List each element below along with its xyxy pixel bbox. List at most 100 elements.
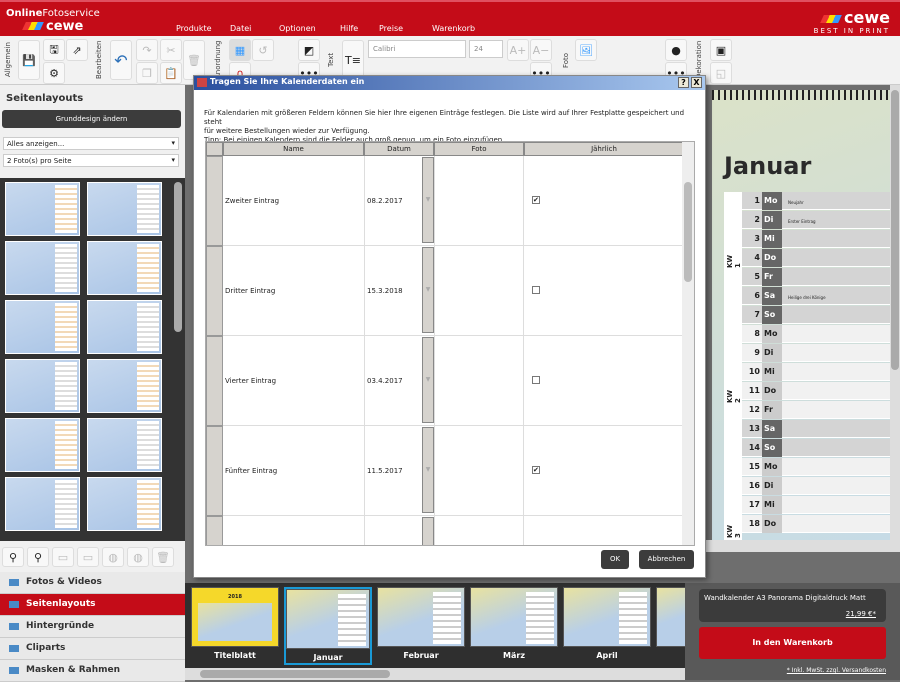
settings-gear-icon[interactable]: ⚙	[43, 62, 65, 84]
change-design-button[interactable]: Grunddesign ändern	[2, 110, 181, 128]
date-value[interactable]: 03.4.2017	[367, 377, 403, 385]
yearly-checkbox[interactable]	[532, 286, 540, 294]
layout-thumbnail[interactable]	[5, 477, 80, 531]
table-row[interactable]: Zweiter Eintrag 08.2.2017 ▼ ✔	[206, 156, 684, 246]
save-icon[interactable]: 💾	[18, 40, 40, 80]
nav-item[interactable]: Seitenlayouts	[0, 594, 185, 616]
font-select[interactable]: Calibri	[368, 40, 466, 58]
table-scrollbar[interactable]	[682, 142, 694, 545]
ok-button[interactable]: OK	[601, 550, 629, 569]
photo-cell[interactable]	[434, 156, 524, 246]
save-as-icon[interactable]: 🖫	[43, 39, 65, 61]
table-row[interactable]: ▼	[206, 516, 684, 545]
layout-thumbnail[interactable]	[87, 359, 162, 413]
layout-thumbnail[interactable]	[5, 359, 80, 413]
vertical-scrollbar[interactable]	[890, 85, 900, 545]
menu-produkte[interactable]: Produkte	[176, 24, 212, 33]
layout-thumbnail[interactable]	[5, 182, 80, 236]
photo-cell[interactable]	[434, 426, 524, 516]
grid-icon[interactable]: ▦	[229, 39, 251, 61]
yearly-checkbox[interactable]	[532, 376, 540, 384]
font-size-select[interactable]: 24	[469, 40, 503, 58]
shipping-link[interactable]: * Inkl. MwSt. zzgl. Versandkosten	[787, 667, 886, 674]
filter-select[interactable]: Alles anzeigen...	[3, 137, 179, 150]
font-shrink-icon[interactable]: A−	[530, 39, 552, 61]
trash-icon[interactable]: 🗑	[152, 547, 174, 567]
date-value[interactable]: 15.3.2018	[367, 287, 403, 295]
font-grow-icon[interactable]: A+	[507, 39, 529, 61]
menu-preise[interactable]: Preise	[379, 24, 403, 33]
delete-icon[interactable]: 🗑	[183, 40, 205, 80]
row-header[interactable]	[206, 336, 223, 426]
filmstrip-page[interactable]: Februar	[377, 587, 465, 665]
add-to-cart-button[interactable]: In den Warenkorb	[699, 627, 886, 659]
nav-item[interactable]: Cliparts	[0, 638, 185, 660]
add-text-icon[interactable]: T≡	[342, 40, 364, 80]
filmstrip-scrollbar[interactable]	[185, 668, 685, 680]
date-dropdown-button[interactable]: ▼	[422, 517, 434, 545]
column-header-datum[interactable]: Datum	[364, 142, 434, 156]
filmstrip-page[interactable]: 2018 Titelblatt	[191, 587, 279, 665]
filmstrip-page[interactable]: Januar	[284, 587, 372, 665]
paste-icon[interactable]: 📋	[160, 62, 182, 84]
zoom-small-icon[interactable]: ⚲	[2, 547, 24, 567]
nav-item[interactable]: Masken & Rahmen	[0, 660, 185, 682]
date-dropdown-button[interactable]: ▼	[422, 427, 434, 513]
calendar-page-preview[interactable]: Januar KW 1 KW 2 KW 3 1 Mo Neujahr 2 Di Erste…	[712, 90, 890, 540]
nav-item[interactable]: Fotos & Videos	[0, 572, 185, 594]
filmstrip-page[interactable]: April	[563, 587, 651, 665]
shadow-icon[interactable]: ◱	[710, 62, 732, 84]
thumbs-scrollbar[interactable]	[174, 182, 182, 332]
layout-thumbnail[interactable]	[87, 241, 162, 295]
layout-thumbnail[interactable]	[87, 300, 162, 354]
copy-icon[interactable]: ❐	[136, 62, 158, 84]
photo-cell[interactable]	[434, 246, 524, 336]
column-header-foto[interactable]: Foto	[434, 142, 524, 156]
column-header-name[interactable]: Name	[223, 142, 364, 156]
tool-icon-3[interactable]: ◍	[102, 547, 124, 567]
date-cell[interactable]: 03.4.2017 ▼	[364, 336, 434, 426]
date-cell[interactable]: 08.2.2017 ▼	[364, 156, 434, 246]
name-cell[interactable]: Vierter Eintrag	[225, 377, 276, 385]
column-header-jaehrlich[interactable]: Jährlich	[524, 142, 684, 156]
zoom-large-icon[interactable]: ⚲	[27, 547, 49, 567]
photos-per-page-select[interactable]: 2 Foto(s) pro Seite	[3, 154, 179, 167]
photo-cell[interactable]	[434, 336, 524, 426]
date-cell[interactable]: 11.5.2017 ▼	[364, 426, 434, 516]
date-cell[interactable]: ▼	[364, 516, 434, 545]
add-photo-icon[interactable]: 🖼	[575, 39, 597, 61]
cut-icon[interactable]: ✂	[160, 39, 182, 61]
layout-thumbnail[interactable]	[5, 300, 80, 354]
layout-thumbnail[interactable]	[87, 182, 162, 236]
photo-effect-icon[interactable]: ●	[665, 39, 687, 61]
cancel-button[interactable]: Abbrechen	[639, 550, 694, 569]
menu-optionen[interactable]: Optionen	[279, 24, 316, 33]
canvas-horizontal-scrollbar[interactable]	[700, 540, 900, 552]
menu-warenkorb[interactable]: Warenkorb	[432, 24, 475, 33]
filmstrip-page[interactable]	[656, 587, 686, 665]
yearly-checkbox[interactable]: ✔	[532, 466, 540, 474]
row-header[interactable]	[206, 156, 223, 246]
date-value[interactable]: 11.5.2017	[367, 467, 403, 475]
layout-thumbnail[interactable]	[5, 241, 80, 295]
row-header[interactable]	[206, 516, 223, 545]
date-dropdown-button[interactable]: ▼	[422, 247, 434, 333]
date-dropdown-button[interactable]: ▼	[422, 157, 434, 243]
yearly-checkbox[interactable]: ✔	[532, 196, 540, 204]
name-cell[interactable]: Fünfter Eintrag	[225, 467, 277, 475]
layout-thumbnail[interactable]	[87, 418, 162, 472]
name-cell[interactable]: Zweiter Eintrag	[225, 197, 279, 205]
layout-thumbnail[interactable]	[5, 418, 80, 472]
table-row[interactable]: Vierter Eintrag 03.4.2017 ▼	[206, 336, 684, 426]
name-cell[interactable]: Dritter Eintrag	[225, 287, 275, 295]
date-cell[interactable]: 15.3.2018 ▼	[364, 246, 434, 336]
export-icon[interactable]: ⇗	[66, 39, 88, 61]
menu-datei[interactable]: Datei	[230, 24, 251, 33]
menu-hilfe[interactable]: Hilfe	[340, 24, 358, 33]
filmstrip-page[interactable]: März	[470, 587, 558, 665]
table-row[interactable]: Dritter Eintrag 15.3.2018 ▼	[206, 246, 684, 336]
undo-icon[interactable]: ↶	[110, 40, 132, 80]
photo-cell[interactable]	[434, 516, 524, 545]
rotate-icon[interactable]: ↺	[252, 39, 274, 61]
close-button[interactable]: X	[691, 77, 702, 88]
